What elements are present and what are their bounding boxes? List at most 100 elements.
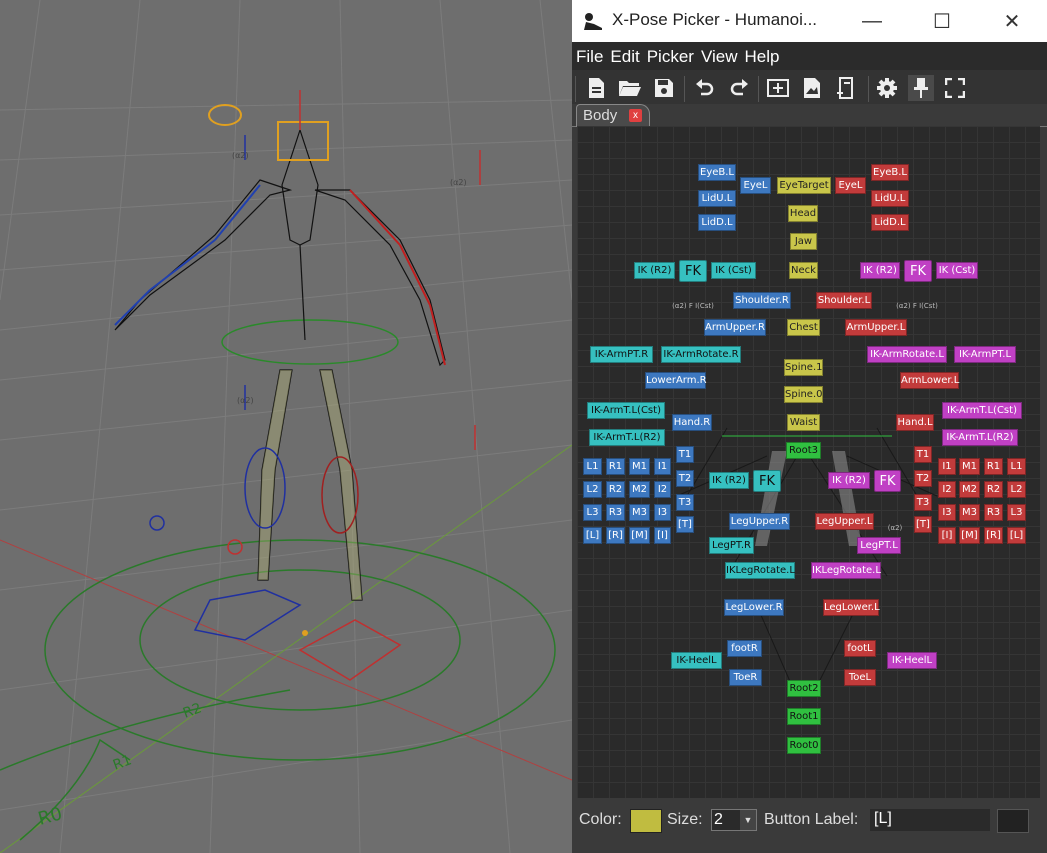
- picker-eye-r[interactable]: EyeL: [740, 177, 771, 194]
- picker-lidd-l[interactable]: LidD.L: [871, 214, 909, 231]
- picker-finger-l-all-l[interactable]: [L]: [1007, 527, 1026, 544]
- picker-finger-r-r3[interactable]: R3: [606, 504, 625, 521]
- color-swatch[interactable]: [630, 809, 662, 833]
- picker-finger-l-r1[interactable]: R1: [984, 458, 1003, 475]
- menu-edit[interactable]: Edit: [606, 42, 642, 67]
- picker-leg-fk-r[interactable]: FK: [753, 470, 781, 492]
- picker-leg-ik-r2-r[interactable]: IK (R2): [709, 472, 749, 489]
- picker-arm-ik-r2-l[interactable]: IK (R2): [860, 262, 900, 279]
- picker-finger-l-i2[interactable]: I2: [938, 481, 956, 498]
- picker-ik-armtl-cst-r[interactable]: IK-ArmT.L(Cst): [587, 402, 665, 419]
- picker-finger-l-i3[interactable]: I3: [938, 504, 956, 521]
- maximize-button[interactable]: ☐: [907, 0, 977, 42]
- picker-finger-l-l3[interactable]: L3: [1007, 504, 1026, 521]
- picker-leg-lower-r[interactable]: LegLower.R: [724, 599, 784, 616]
- picker-foot-r[interactable]: footR: [727, 640, 762, 657]
- picker-thumb-l-all[interactable]: [T]: [914, 516, 932, 533]
- picker-lower-arm-r[interactable]: LowerArm.R: [645, 372, 707, 389]
- picker-finger-l-m1[interactable]: M1: [959, 458, 980, 475]
- picker-finger-r-i2[interactable]: I2: [654, 481, 671, 498]
- picker-finger-r-all-m[interactable]: [M]: [629, 527, 650, 544]
- picker-thumb-l-t2[interactable]: T2: [914, 470, 932, 487]
- picker-foot-l[interactable]: footL: [844, 640, 876, 657]
- picker-jaw[interactable]: Jaw: [790, 233, 817, 250]
- picker-head[interactable]: Head: [788, 205, 818, 222]
- undo-icon[interactable]: [692, 75, 718, 101]
- picker-ik-armpt-r[interactable]: IK-ArmPT.R: [590, 346, 653, 363]
- picker-finger-l-all-r[interactable]: [R]: [984, 527, 1003, 544]
- picker-finger-r-l1[interactable]: L1: [583, 458, 602, 475]
- menu-view[interactable]: View: [697, 42, 741, 67]
- picker-root3[interactable]: Root3: [786, 442, 821, 459]
- picker-arm-fk-l[interactable]: FK: [904, 260, 932, 282]
- gear-icon[interactable]: [874, 75, 900, 101]
- picker-arm-ik-r2-r[interactable]: IK (R2): [634, 262, 675, 279]
- picker-ik-armpt-l[interactable]: IK-ArmPT.L: [954, 346, 1016, 363]
- picker-finger-r-r1[interactable]: R1: [606, 458, 625, 475]
- close-button[interactable]: ✕: [977, 0, 1047, 42]
- picker-finger-r-i3[interactable]: I3: [654, 504, 671, 521]
- picker-spine0[interactable]: Spine.0: [784, 386, 823, 403]
- picker-ik-armtl-r2-l[interactable]: IK-ArmT.L(R2): [942, 429, 1018, 446]
- fullscreen-icon[interactable]: [942, 75, 968, 101]
- picker-root2[interactable]: Root2: [787, 680, 821, 697]
- rename-icon[interactable]: [833, 75, 859, 101]
- picker-finger-r-i1[interactable]: I1: [654, 458, 671, 475]
- picker-eye-l[interactable]: EyeL: [835, 177, 866, 194]
- picker-canvas[interactable]: EyeB.L EyeL EyeTarget EyeL EyeB.L LidU.L…: [577, 126, 1040, 798]
- size-select[interactable]: 2 ▼: [711, 809, 757, 831]
- pin-icon[interactable]: [908, 75, 934, 101]
- picker-leg-pt-r[interactable]: LegPT.R: [709, 537, 754, 554]
- picker-hand-r[interactable]: Hand.R: [672, 414, 712, 431]
- picker-finger-r-all-r[interactable]: [R]: [606, 527, 625, 544]
- picker-lidu-r[interactable]: LidU.L: [698, 190, 736, 207]
- picker-leg-lower-l[interactable]: LegLower.L: [823, 599, 880, 616]
- picker-finger-l-r3[interactable]: R3: [984, 504, 1003, 521]
- picker-finger-l-all-i[interactable]: [I]: [938, 527, 956, 544]
- add-image-icon[interactable]: [765, 75, 791, 101]
- picker-toe-l[interactable]: ToeL: [844, 669, 876, 686]
- picker-thumb-r-t3[interactable]: T3: [676, 494, 694, 511]
- 3d-viewport[interactable]: R2 R1 R0 (α2) (α2) (α2): [0, 0, 572, 853]
- picker-finger-l-m2[interactable]: M2: [959, 481, 980, 498]
- picker-leg-pt-l[interactable]: LegPT.L: [857, 537, 901, 554]
- picker-neck[interactable]: Neck: [789, 262, 818, 279]
- menu-picker[interactable]: Picker: [643, 42, 697, 67]
- picker-ik-armtl-r2-r[interactable]: IK-ArmT.L(R2): [589, 429, 665, 446]
- picker-finger-l-all-m[interactable]: [M]: [959, 527, 980, 544]
- picker-arm-ik-cst-l[interactable]: IK (Cst): [936, 262, 978, 279]
- picker-toe-r[interactable]: ToeR: [729, 669, 762, 686]
- picker-finger-l-m3[interactable]: M3: [959, 504, 980, 521]
- picker-leg-fk-l[interactable]: FK: [874, 470, 901, 492]
- picker-root1[interactable]: Root1: [787, 708, 821, 725]
- picker-leg-ik-r2-l[interactable]: IK (R2): [828, 472, 870, 489]
- image-edit-icon[interactable]: [799, 75, 825, 101]
- picker-root0[interactable]: Root0: [787, 737, 821, 754]
- picker-thumb-l-t3[interactable]: T3: [914, 494, 932, 511]
- picker-ik-heel-l[interactable]: IK-HeelL: [887, 652, 937, 669]
- title-bar[interactable]: X-Pose Picker - Humanoi... — ☐ ✕: [572, 0, 1047, 42]
- picker-spine1[interactable]: Spine.1: [784, 359, 823, 376]
- save-icon[interactable]: [651, 75, 677, 101]
- picker-finger-r-m2[interactable]: M2: [629, 481, 650, 498]
- tab-body[interactable]: Body x: [576, 104, 650, 127]
- minimize-button[interactable]: —: [837, 0, 907, 42]
- picker-ik-leg-rotate-r[interactable]: IKLegRotate.L: [725, 562, 795, 579]
- picker-thumb-r-t1[interactable]: T1: [676, 446, 694, 463]
- picker-finger-r-l2[interactable]: L2: [583, 481, 602, 498]
- picker-shoulder-r[interactable]: Shoulder.R: [733, 292, 791, 309]
- picker-thumb-r-all[interactable]: [T]: [676, 516, 694, 533]
- open-folder-icon[interactable]: [617, 75, 643, 101]
- picker-ik-armtl-cst-l[interactable]: IK-ArmT.L(Cst): [942, 402, 1022, 419]
- picker-lidd-r[interactable]: LidD.L: [698, 214, 736, 231]
- picker-ik-armrotate-l[interactable]: IK-ArmRotate.L: [867, 346, 947, 363]
- picker-hand-l[interactable]: Hand.L: [896, 414, 934, 431]
- picker-eye-target[interactable]: EyeTarget: [777, 177, 831, 194]
- tab-close-icon[interactable]: x: [629, 109, 642, 122]
- chevron-down-icon[interactable]: ▼: [740, 810, 756, 830]
- picker-eyeb-r[interactable]: EyeB.L: [698, 164, 736, 181]
- apply-label-button[interactable]: [997, 809, 1029, 833]
- picker-thumb-r-t2[interactable]: T2: [676, 470, 694, 487]
- picker-finger-l-l1[interactable]: L1: [1007, 458, 1026, 475]
- picker-finger-r-all-l[interactable]: [L]: [583, 527, 602, 544]
